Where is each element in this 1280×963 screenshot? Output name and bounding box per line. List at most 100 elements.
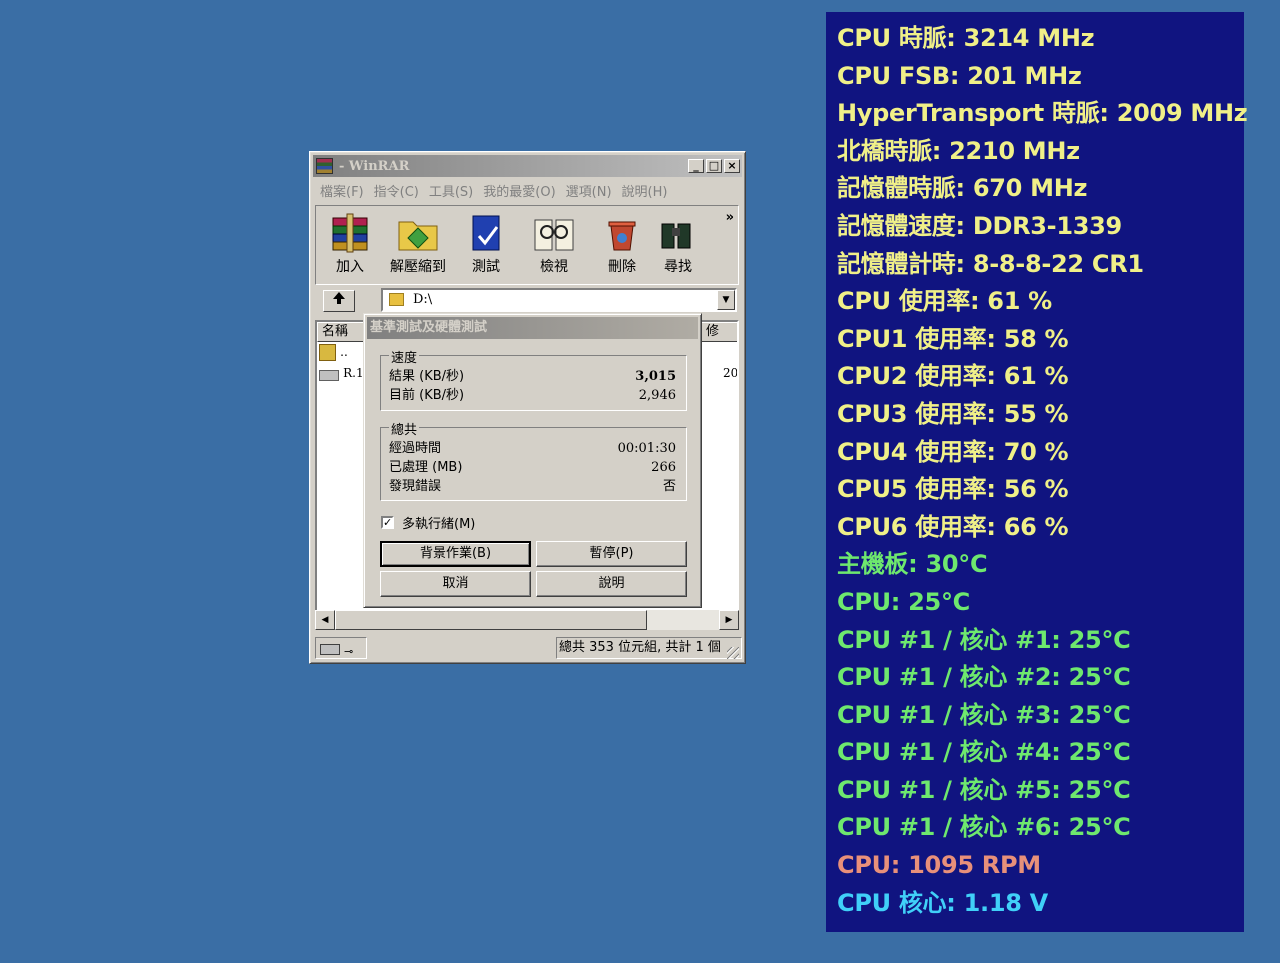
view-label: 檢視 <box>540 259 568 275</box>
up-arrow-icon <box>333 292 345 304</box>
delete-label: 刪除 <box>608 259 636 275</box>
scroll-left-button[interactable]: ◀ <box>315 610 335 630</box>
osd-line: CPU4 使用率: 70 % <box>837 437 1069 466</box>
resize-grip-icon[interactable] <box>727 647 739 659</box>
osd-line: CPU2 使用率: 61 % <box>837 362 1069 391</box>
checkbox-check-icon[interactable]: ✓ <box>381 516 394 529</box>
osd-line: CPU #1 / 核心 #3: 25°C <box>837 700 1131 729</box>
winrar-app-icon <box>316 158 333 174</box>
address-dropdown-button[interactable]: ▼ <box>717 290 735 310</box>
errors-row: 發現錯誤 否 <box>389 477 676 496</box>
test-button[interactable]: 測試 <box>452 206 520 284</box>
processed-row: 已處理 (MB) 266 <box>389 458 676 477</box>
background-button[interactable]: 背景作業(B) <box>380 541 531 567</box>
column-header-modified[interactable]: 修 <box>701 322 737 342</box>
multithread-checkbox[interactable]: ✓ 多執行緒(M) <box>381 513 475 532</box>
folder-up-icon <box>319 344 336 361</box>
close-button[interactable]: × <box>724 159 740 173</box>
scroll-thumb[interactable] <box>335 610 647 630</box>
menu-tools[interactable]: 工具(S) <box>429 181 473 200</box>
result-value: 3,015 <box>635 369 676 384</box>
osd-line: CPU1 使用率: 58 % <box>837 324 1069 353</box>
test-book-icon <box>463 212 509 254</box>
osd-line: CPU #1 / 核心 #2: 25°C <box>837 663 1131 692</box>
osd-line: 記憶體速度: DDR3-1339 <box>837 211 1122 240</box>
osd-line: CPU 核心: 1.18 V <box>837 888 1048 917</box>
processed-value: 266 <box>651 460 676 475</box>
osd-line: CPU6 使用率: 66 % <box>837 512 1069 541</box>
extract-folder-icon <box>395 212 441 254</box>
speed-group-title: 速度 <box>389 347 420 366</box>
current-value: 2,946 <box>638 388 676 403</box>
result-label: 結果 (KB/秒) <box>389 369 465 384</box>
drive-icon <box>319 370 339 381</box>
processed-label: 已處理 (MB) <box>389 460 463 475</box>
elapsed-label: 經過時間 <box>389 441 442 456</box>
dialog-title[interactable]: 基準測試及硬體測試 <box>367 317 698 339</box>
view-glasses-icon <box>531 212 577 254</box>
menu-file[interactable]: 檔案(F) <box>320 181 364 200</box>
errors-label: 發現錯誤 <box>389 479 442 494</box>
sensor-osd-panel: CPU 時脈: 3214 MHz CPU FSB: 201 MHz HyperTra… <box>826 12 1248 932</box>
osd-line: 北橋時脈: 2210 MHz <box>837 136 1080 165</box>
help-button[interactable]: 說明 <box>536 571 687 597</box>
list-item[interactable]: .. <box>319 344 359 362</box>
osd-line: CPU #1 / 核心 #1: 25°C <box>837 625 1131 654</box>
drive-status-icon <box>320 644 340 655</box>
address-field[interactable]: D:\ ▼ <box>381 288 737 312</box>
file-extra: 20 <box>723 366 739 380</box>
menu-bar: 檔案(F) 指令(C) 工具(S) 我的最愛(O) 選項(N) 說明(H) <box>314 179 741 201</box>
extract-to-label: 解壓縮到 <box>390 259 446 275</box>
add-button[interactable]: 加入 <box>316 206 384 284</box>
osd-line: CPU #1 / 核心 #4: 25°C <box>837 738 1131 767</box>
column-header-name[interactable]: 名稱 <box>317 322 365 342</box>
extract-to-button[interactable]: 解壓縮到 <box>384 206 452 284</box>
maximize-button[interactable]: □ <box>706 159 722 173</box>
address-row: D:\ ▼ <box>315 286 739 316</box>
osd-line: CPU #1 / 核心 #5: 25°C <box>837 775 1131 804</box>
osd-line: 主機板: 30°C <box>837 550 988 579</box>
delete-button[interactable]: 刪除 <box>588 206 656 284</box>
delete-bin-icon <box>599 212 645 254</box>
current-row: 目前 (KB/秒) 2,946 <box>389 386 676 405</box>
menu-help[interactable]: 說明(H) <box>622 181 668 200</box>
osd-line: CPU: 25°C <box>837 587 970 616</box>
status-text: 總共 353 位元組, 共計 1 個 <box>556 637 742 659</box>
osd-line: HyperTransport 時脈: 2009 MHz <box>837 99 1248 128</box>
speed-group: 速度 結果 (KB/秒) 3,015 目前 (KB/秒) 2,946 <box>380 347 687 411</box>
add-archive-icon <box>327 212 373 254</box>
osd-line: CPU 時脈: 3214 MHz <box>837 24 1095 52</box>
find-binoculars-icon <box>658 212 698 254</box>
benchmark-dialog: 基準測試及硬體測試 速度 結果 (KB/秒) 3,015 目前 (KB/秒) 2… <box>363 313 702 608</box>
view-button[interactable]: 檢視 <box>520 206 588 284</box>
address-value: D:\ <box>413 292 433 307</box>
menu-commands[interactable]: 指令(C) <box>374 181 419 200</box>
total-group: 總共 經過時間 00:01:30 已處理 (MB) 266 發現錯誤 否 <box>380 419 687 501</box>
errors-value: 否 <box>662 479 676 494</box>
minimize-button[interactable]: _ <box>688 159 704 173</box>
multithread-label: 多執行緒(M) <box>402 517 476 532</box>
up-folder-button[interactable] <box>323 290 355 312</box>
horizontal-scrollbar[interactable]: ◀ ▶ <box>315 610 739 630</box>
osd-line: CPU5 使用率: 56 % <box>837 475 1069 504</box>
key-icon: ⊸ <box>344 645 354 658</box>
file-name: .. <box>340 345 348 359</box>
osd-line: CPU FSB: 201 MHz <box>837 61 1082 90</box>
add-label: 加入 <box>336 259 364 275</box>
pause-button[interactable]: 暫停(P) <box>536 541 687 567</box>
osd-line: 記憶體時脈: 670 MHz <box>837 174 1088 203</box>
scroll-right-button[interactable]: ▶ <box>719 610 739 630</box>
toolbar-more-chevron[interactable]: » <box>726 210 734 225</box>
osd-line: CPU3 使用率: 55 % <box>837 399 1069 428</box>
menu-options[interactable]: 選項(N) <box>566 181 612 200</box>
menu-favorites[interactable]: 我的最愛(O) <box>483 181 555 200</box>
osd-line: CPU: 1095 RPM <box>837 851 1041 880</box>
osd-line: CPU #1 / 核心 #6: 25°C <box>837 813 1131 842</box>
file-name: R.1 <box>343 366 364 380</box>
cancel-button[interactable]: 取消 <box>380 571 531 597</box>
winrar-titlebar[interactable]: - WinRAR _ □ × <box>313 155 742 177</box>
find-button[interactable]: 尋找 <box>656 206 700 284</box>
window-title: - WinRAR <box>339 158 410 174</box>
test-label: 測試 <box>472 259 500 275</box>
folder-icon <box>389 293 404 306</box>
